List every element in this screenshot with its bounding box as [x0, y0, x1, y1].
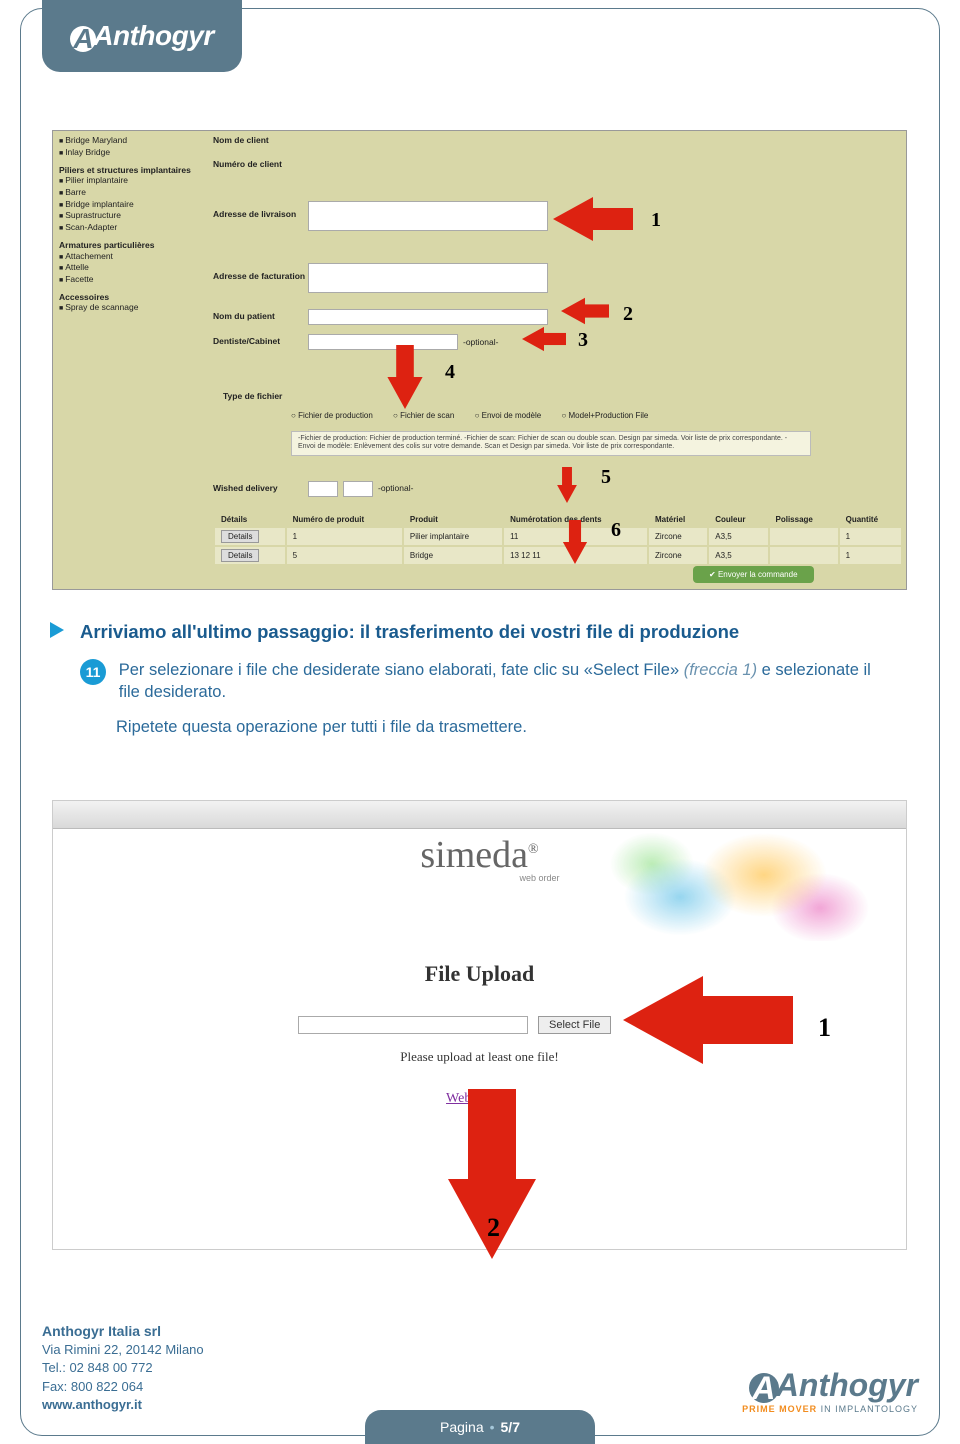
- field-adresse-livraison[interactable]: [308, 201, 548, 231]
- details-button[interactable]: Details: [221, 530, 259, 543]
- upload-warning: Please upload at least one file!: [53, 1049, 906, 1065]
- arrow-3-icon: [522, 327, 544, 351]
- sidebar-item[interactable]: Spray de scannage: [59, 302, 197, 314]
- sidebar-group: Accessoires: [59, 292, 197, 303]
- optional-hint2: -optional-: [378, 483, 413, 493]
- arrow-2-icon: [561, 298, 585, 324]
- label-numero-client: Numéro de client: [213, 159, 282, 169]
- arrow-1-icon: [623, 976, 703, 1064]
- submit-order-button[interactable]: ✔ Envoyer la commande: [693, 566, 814, 583]
- sidebar-item[interactable]: Bridge implantaire: [59, 199, 197, 211]
- field-dentiste[interactable]: [308, 334, 458, 350]
- instruction-block: Arriviamo all'ultimo passaggio: il trasf…: [80, 620, 890, 738]
- sidebar-item[interactable]: Suprastructure: [59, 210, 197, 222]
- screenshot-order-form: Bridge Maryland Inlay Bridge Piliers et …: [52, 130, 907, 590]
- radio-envoi[interactable]: Envoi de modèle: [475, 411, 542, 420]
- field-delivery-2[interactable]: [343, 481, 373, 497]
- arrow-6-icon: [563, 542, 587, 564]
- arrow-4-icon: [387, 377, 422, 409]
- label-nom-patient: Nom du patient: [213, 311, 275, 321]
- sidebar-item[interactable]: Pilier implantaire: [59, 175, 197, 187]
- callout-6: 6: [611, 519, 621, 542]
- radio-production[interactable]: Fichier de production: [291, 411, 373, 420]
- footer-logo: AAnthogyr PRIME MOVER IN IMPLANTOLOGY: [742, 1367, 918, 1414]
- sidebar-item[interactable]: Attachement: [59, 251, 197, 263]
- label-wished-delivery: Wished delivery: [213, 483, 278, 493]
- table-row[interactable]: Details 1 Pilier implantaire 11 Zircone …: [215, 528, 901, 545]
- callout-2: 2: [623, 303, 633, 326]
- form-area: Nom de client Numéro de client Adresse d…: [213, 131, 906, 589]
- table-header: Détails Numéro de produit Produit Numéro…: [215, 513, 901, 526]
- instruction-heading: Arriviamo all'ultimo passaggio: il trasf…: [80, 620, 890, 645]
- file-path-input[interactable]: [298, 1016, 528, 1034]
- sidebar-group: Armatures particulières: [59, 240, 197, 251]
- footer-contact: Anthogyr Italia srl Via Rimini 22, 20142…: [42, 1322, 204, 1414]
- footer-company: Anthogyr Italia srl: [42, 1322, 204, 1342]
- arrow-5-icon: [557, 485, 577, 503]
- footer-fax: Fax: 800 822 064: [42, 1378, 204, 1396]
- sidebar-group: Piliers et structures implantaires: [59, 165, 197, 176]
- file-upload-row: Select File: [298, 1016, 611, 1034]
- label-adresse-livraison: Adresse de livraison: [213, 209, 296, 219]
- callout-1: 1: [818, 1013, 831, 1043]
- callout-3: 3: [578, 329, 588, 352]
- sidebar-item[interactable]: Barre: [59, 187, 197, 199]
- file-type-note: -Fichier de production: Fichier de produ…: [291, 431, 811, 456]
- step-text: Per selezionare i file che desiderate si…: [119, 659, 879, 704]
- table-row[interactable]: Details 5 Bridge 13 12 11 Zircone A3,5 1: [215, 547, 901, 564]
- browser-topbar: [53, 801, 906, 829]
- optional-hint: -optional-: [463, 337, 498, 347]
- label-adresse-facturation: Adresse de facturation: [213, 271, 305, 281]
- file-type-radios[interactable]: Fichier de production Fichier de scan En…: [291, 411, 666, 420]
- field-nom-patient[interactable]: [308, 309, 548, 325]
- label-dentiste: Dentiste/Cabinet: [213, 336, 280, 346]
- screenshot-file-upload: simeda® web order File Upload Select Fil…: [52, 800, 907, 1250]
- label-nom-client: Nom de client: [213, 135, 269, 145]
- callout-1: 1: [651, 209, 661, 232]
- step-badge: 11: [80, 659, 106, 685]
- footer-url: www.anthogyr.it: [42, 1396, 204, 1414]
- product-sidebar: Bridge Maryland Inlay Bridge Piliers et …: [53, 131, 203, 589]
- select-file-button[interactable]: Select File: [538, 1016, 611, 1034]
- field-adresse-facturation[interactable]: [308, 263, 548, 293]
- brand-logo: AAnthogyr: [70, 20, 213, 52]
- radio-model-prod[interactable]: Model+Production File: [561, 411, 648, 420]
- triangle-bullet-icon: [50, 622, 64, 638]
- file-upload-title: File Upload: [53, 961, 906, 987]
- callout-5: 5: [601, 466, 611, 489]
- repeat-line: Ripetete questa operazione per tutti i f…: [116, 716, 890, 738]
- details-button[interactable]: Details: [221, 549, 259, 562]
- arrow-1-icon: [553, 197, 593, 241]
- radio-scan[interactable]: Fichier de scan: [393, 411, 454, 420]
- label-type-fichier: Type de fichier: [223, 391, 282, 401]
- simeda-brand: simeda® web order: [53, 833, 906, 883]
- field-delivery-1[interactable]: [308, 481, 338, 497]
- product-table: Détails Numéro de produit Produit Numéro…: [213, 511, 903, 566]
- footer-tel: Tel.: 02 848 00 772: [42, 1359, 204, 1377]
- sidebar-item[interactable]: Attelle: [59, 262, 197, 274]
- page-number-pill: Pagina•5/7: [365, 1410, 595, 1444]
- sidebar-item[interactable]: Facette: [59, 274, 197, 286]
- callout-4: 4: [445, 361, 455, 384]
- footer-address: Via Rimini 22, 20142 Milano: [42, 1341, 204, 1359]
- header-logo-tab: AAnthogyr: [42, 0, 242, 72]
- sidebar-item[interactable]: Bridge Maryland: [59, 135, 197, 147]
- sidebar-item[interactable]: Inlay Bridge: [59, 147, 197, 159]
- callout-2: 2: [487, 1213, 500, 1243]
- sidebar-item[interactable]: Scan-Adapter: [59, 222, 197, 234]
